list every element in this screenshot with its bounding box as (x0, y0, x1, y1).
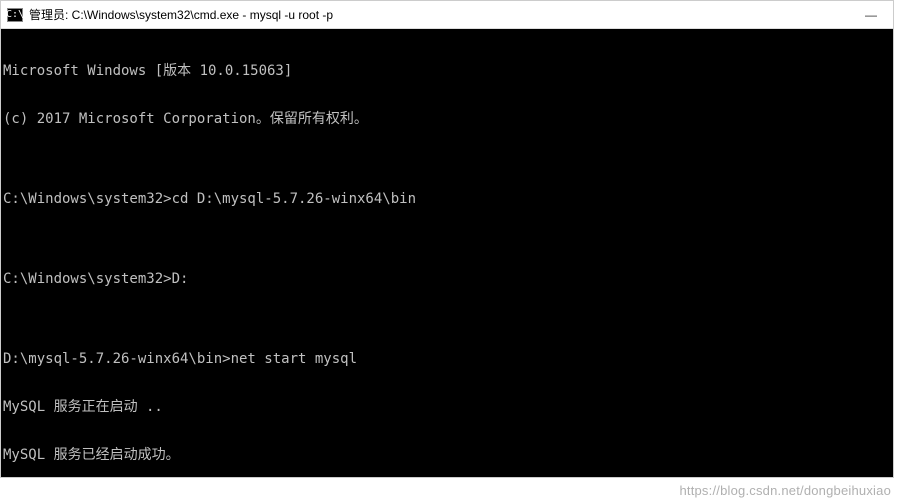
cmd-window: C:\ 管理员: C:\Windows\system32\cmd.exe - m… (0, 0, 894, 478)
terminal-line: (c) 2017 Microsoft Corporation。保留所有权利。 (3, 111, 891, 127)
window-controls: — (849, 1, 893, 28)
cmd-app-icon: C:\ (7, 8, 23, 22)
watermark-text: https://blog.csdn.net/dongbeihuxiao (679, 483, 891, 498)
window-title: 管理员: C:\Windows\system32\cmd.exe - mysql… (29, 6, 849, 23)
terminal-line: C:\Windows\system32>cd D:\mysql-5.7.26-w… (3, 191, 891, 207)
terminal-line: D:\mysql-5.7.26-winx64\bin>net start mys… (3, 351, 891, 367)
terminal-line: C:\Windows\system32>D: (3, 271, 891, 287)
minimize-button[interactable]: — (849, 1, 893, 28)
terminal-area[interactable]: Microsoft Windows [版本 10.0.15063] (c) 20… (1, 29, 893, 477)
terminal-line: Microsoft Windows [版本 10.0.15063] (3, 63, 891, 79)
terminal-line: MySQL 服务已经启动成功。 (3, 447, 891, 463)
terminal-line: MySQL 服务正在启动 .. (3, 399, 891, 415)
titlebar[interactable]: C:\ 管理员: C:\Windows\system32\cmd.exe - m… (1, 1, 893, 29)
